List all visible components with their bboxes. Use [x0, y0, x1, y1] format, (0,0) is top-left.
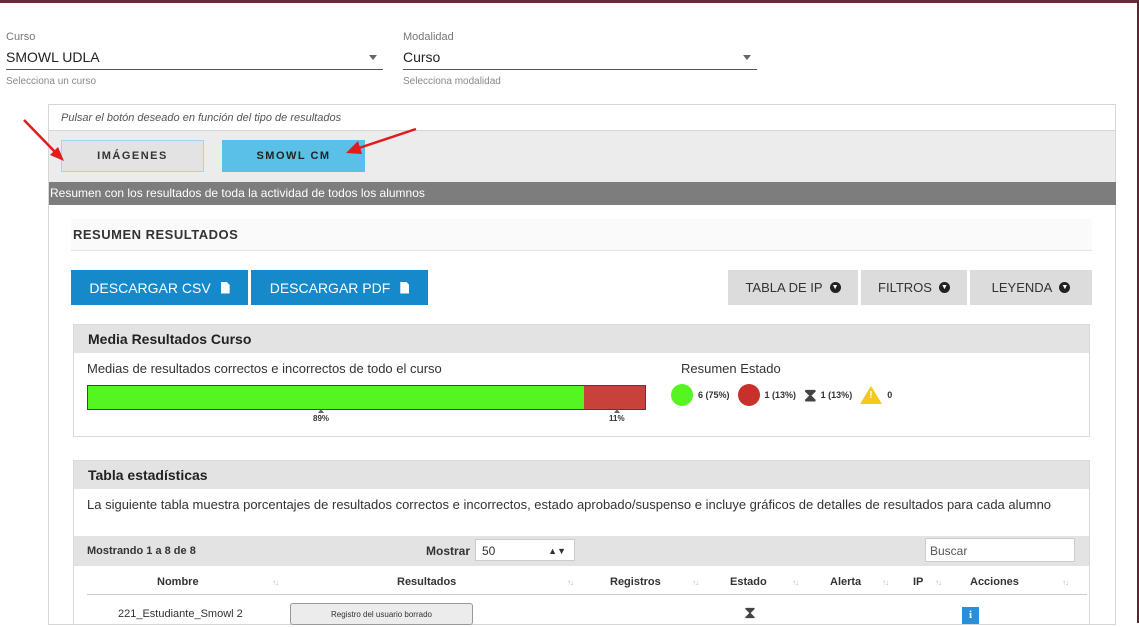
correct-pct-label: 89% — [313, 409, 330, 423]
course-value[interactable]: SMOWL UDLA — [6, 49, 383, 70]
red-arrow-annotation — [23, 119, 64, 161]
course-average-description: Medias de resultados correctos e incorre… — [87, 361, 442, 376]
sort-icon[interactable]: ↑↓ — [692, 578, 699, 587]
results-progress-bar — [87, 385, 646, 410]
pass-count: 6 (75%) — [698, 390, 730, 400]
col-status[interactable]: Estado — [730, 576, 767, 588]
search-input[interactable]: Buscar — [925, 538, 1075, 562]
stats-table-box: Tabla estadísticas La siguiente tabla mu… — [73, 460, 1090, 625]
chevron-down-icon[interactable] — [743, 55, 751, 60]
alert-count: 0 — [887, 390, 893, 400]
filters-button[interactable]: FILTROS ▼ — [861, 270, 967, 305]
info-icon[interactable]: i — [962, 607, 979, 624]
hourglass-icon: ⧗ — [744, 603, 756, 622]
status-summary-title: Resumen Estado — [681, 361, 781, 376]
section-title: RESUMEN RESULTADOS — [71, 219, 1092, 251]
status-summary: 6 (75%) 1 (13%) ⧗ 1 (13%) ! 0 — [671, 384, 900, 406]
col-records[interactable]: Registros — [610, 576, 661, 588]
course-select[interactable]: Curso SMOWL UDLA Selecciona un curso — [6, 31, 383, 87]
sort-icon[interactable]: ↑↓ — [272, 578, 279, 587]
top-border — [0, 0, 1139, 3]
red-arrow-annotation — [346, 127, 417, 154]
modality-value-text: Curso — [403, 49, 441, 65]
sort-icon[interactable]: ↑↓ — [792, 578, 799, 587]
chevron-down-icon[interactable] — [369, 55, 377, 60]
summary-banner: Resumen con los resultados de toda la ac… — [49, 182, 1116, 205]
table-toolbar: Mostrando 1 a 8 de 8 Mostrar 50 ▲▼ Busca… — [74, 536, 1089, 566]
table-header: Nombre ↑↓ Resultados ↑↓ Registros ↑↓ Est… — [87, 574, 1087, 595]
modality-hint: Selecciona modalidad — [403, 76, 501, 87]
col-name[interactable]: Nombre — [157, 576, 199, 588]
course-label: Curso — [6, 31, 36, 43]
expand-icon: ▼ — [1059, 282, 1071, 293]
ip-table-label: TABLA DE IP — [745, 280, 823, 295]
warning-icon: ! — [860, 386, 883, 404]
legend-button[interactable]: LEYENDA ▼ — [970, 270, 1092, 305]
hourglass-icon: ⧗ — [804, 384, 817, 405]
course-value-text: SMOWL UDLA — [6, 49, 100, 65]
col-ip[interactable]: IP — [913, 576, 923, 588]
col-actions[interactable]: Acciones — [970, 576, 1019, 588]
correct-segment — [88, 386, 584, 409]
stats-table-description: La siguiente tabla muestra porcentajes d… — [87, 497, 1052, 512]
updown-icon: ▲▼ — [548, 546, 566, 556]
fail-count: 1 (13%) — [764, 390, 797, 400]
col-results[interactable]: Resultados — [397, 576, 456, 588]
course-average-box: Media Resultados Curso Medias de resulta… — [73, 324, 1090, 437]
pass-dot-icon — [671, 384, 693, 406]
stats-table-title: Tabla estadísticas — [74, 461, 1089, 489]
filters-label: FILTROS — [878, 280, 932, 295]
download-csv-button[interactable]: DESCARGAR CSV — [71, 270, 248, 305]
show-label: Mostrar — [426, 544, 471, 558]
download-csv-label: DESCARGAR CSV — [89, 279, 211, 296]
incorrect-segment — [583, 386, 645, 409]
student-name: 221_Estudiante_Smowl 2 — [118, 608, 243, 620]
col-alert[interactable]: Alerta — [830, 576, 861, 588]
page-size-value: 50 — [482, 544, 496, 558]
incorrect-pct-label: 11% — [609, 409, 625, 423]
panel-hint: Pulsar el botón deseado en función del t… — [61, 112, 342, 124]
page-size-select[interactable]: 50 ▲▼ — [475, 539, 575, 561]
sort-icon[interactable]: ↑↓ — [1062, 578, 1069, 587]
course-hint: Selecciona un curso — [6, 76, 97, 87]
sort-icon[interactable]: ↑↓ — [882, 578, 889, 587]
expand-icon: ▼ — [938, 282, 950, 293]
fail-dot-icon — [737, 384, 760, 406]
pending-count: 1 (13%) — [820, 390, 853, 400]
download-pdf-label: DESCARGAR PDF — [269, 279, 391, 296]
deleted-user-button[interactable]: Registro del usuario borrado — [290, 603, 473, 625]
file-icon — [220, 281, 230, 294]
modality-label: Modalidad — [403, 31, 454, 43]
legend-label: LEYENDA — [991, 280, 1053, 295]
showing-count: Mostrando 1 a 8 de 8 — [87, 545, 196, 557]
result-type-bar: IMÁGENES SMOWL CM — [49, 130, 1115, 182]
modality-value[interactable]: Curso — [403, 49, 757, 70]
results-panel: Pulsar el botón deseado en función del t… — [48, 104, 1116, 625]
sort-icon[interactable]: ↑↓ — [935, 578, 942, 587]
ip-table-button[interactable]: TABLA DE IP ▼ — [728, 270, 858, 305]
sort-icon[interactable]: ↑↓ — [567, 578, 574, 587]
file-icon — [400, 281, 410, 294]
expand-icon: ▼ — [829, 282, 841, 293]
download-pdf-button[interactable]: DESCARGAR PDF — [251, 270, 428, 305]
images-button[interactable]: IMÁGENES — [61, 140, 204, 172]
modality-select[interactable]: Modalidad Curso Selecciona modalidad — [403, 31, 757, 87]
course-average-title: Media Resultados Curso — [74, 325, 1089, 353]
